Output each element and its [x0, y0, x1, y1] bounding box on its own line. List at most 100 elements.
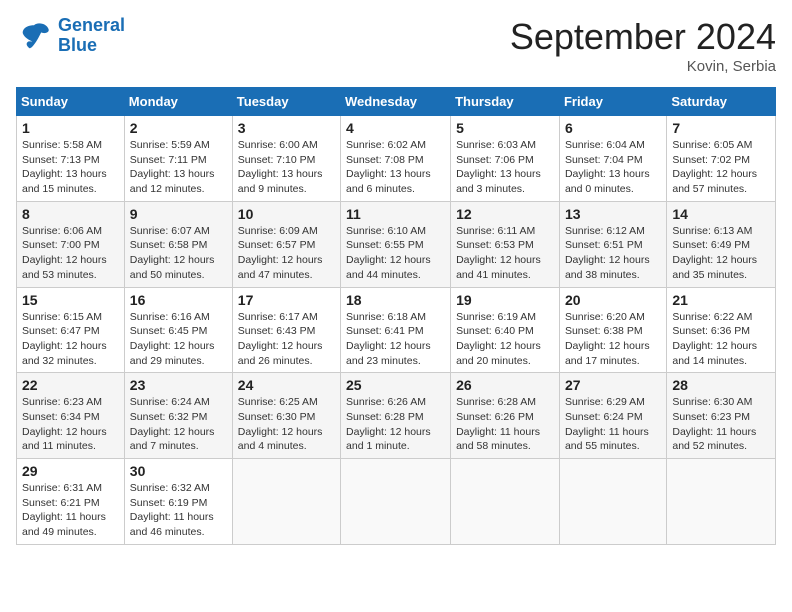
- weekday-header-monday: Monday: [124, 88, 232, 116]
- day-number: 30: [130, 463, 227, 479]
- calendar-cell: 16 Sunrise: 6:16 AM Sunset: 6:45 PM Dayli…: [124, 287, 232, 373]
- logo-icon: [16, 18, 52, 54]
- calendar-cell: 1Sunrise: 5:58 AM Sunset: 7:13 PM Daylig…: [17, 116, 125, 202]
- day-number: 16: [130, 292, 227, 308]
- weekday-header-row: SundayMondayTuesdayWednesdayThursdayFrid…: [17, 88, 776, 116]
- day-number: 14: [672, 206, 770, 222]
- page-header: General Blue September 2024 Kovin, Serbi…: [16, 16, 776, 75]
- calendar-cell: 6 Sunrise: 6:04 AM Sunset: 7:04 PM Daylig…: [559, 116, 666, 202]
- day-number: 24: [238, 377, 335, 393]
- day-detail: Sunrise: 6:25 AM Sunset: 6:30 PM Dayligh…: [238, 395, 335, 454]
- day-number: 29: [22, 463, 119, 479]
- day-number: 13: [565, 206, 661, 222]
- day-number: 6: [565, 120, 661, 136]
- calendar-cell: [341, 459, 451, 545]
- week-row-1: 1Sunrise: 5:58 AM Sunset: 7:13 PM Daylig…: [17, 116, 776, 202]
- calendar-cell: 17Sunrise: 6:17 AM Sunset: 6:43 PM Dayli…: [232, 287, 340, 373]
- day-detail: Sunrise: 6:20 AM Sunset: 6:38 PM Dayligh…: [565, 310, 661, 369]
- day-number: 28: [672, 377, 770, 393]
- calendar-cell: 28 Sunrise: 6:30 AM Sunset: 6:23 PM Dayli…: [667, 373, 776, 459]
- day-detail: Sunrise: 6:07 AM Sunset: 6:58 PM Dayligh…: [130, 224, 227, 283]
- day-number: 22: [22, 377, 119, 393]
- calendar-cell: 23 Sunrise: 6:24 AM Sunset: 6:32 PM Dayli…: [124, 373, 232, 459]
- day-detail: Sunrise: 5:59 AM Sunset: 7:11 PM Dayligh…: [130, 138, 227, 197]
- calendar-cell: 10Sunrise: 6:09 AM Sunset: 6:57 PM Dayli…: [232, 201, 340, 287]
- week-row-2: 8 Sunrise: 6:06 AM Sunset: 7:00 PM Daylig…: [17, 201, 776, 287]
- day-detail: Sunrise: 6:06 AM Sunset: 7:00 PM Dayligh…: [22, 224, 119, 283]
- calendar-cell: 4 Sunrise: 6:02 AM Sunset: 7:08 PM Daylig…: [341, 116, 451, 202]
- calendar-cell: [667, 459, 776, 545]
- day-detail: Sunrise: 6:24 AM Sunset: 6:32 PM Dayligh…: [130, 395, 227, 454]
- day-detail: Sunrise: 6:13 AM Sunset: 6:49 PM Dayligh…: [672, 224, 770, 283]
- day-number: 23: [130, 377, 227, 393]
- day-number: 18: [346, 292, 445, 308]
- day-number: 20: [565, 292, 661, 308]
- calendar-cell: 21Sunrise: 6:22 AM Sunset: 6:36 PM Dayli…: [667, 287, 776, 373]
- calendar-cell: 12 Sunrise: 6:11 AM Sunset: 6:53 PM Dayli…: [451, 201, 560, 287]
- day-detail: Sunrise: 6:10 AM Sunset: 6:55 PM Dayligh…: [346, 224, 445, 283]
- day-detail: Sunrise: 6:16 AM Sunset: 6:45 PM Dayligh…: [130, 310, 227, 369]
- day-number: 9: [130, 206, 227, 222]
- day-detail: Sunrise: 6:04 AM Sunset: 7:04 PM Dayligh…: [565, 138, 661, 197]
- weekday-header-thursday: Thursday: [451, 88, 560, 116]
- day-detail: Sunrise: 6:11 AM Sunset: 6:53 PM Dayligh…: [456, 224, 554, 283]
- day-detail: Sunrise: 6:02 AM Sunset: 7:08 PM Dayligh…: [346, 138, 445, 197]
- calendar-cell: 15Sunrise: 6:15 AM Sunset: 6:47 PM Dayli…: [17, 287, 125, 373]
- calendar-cell: 24 Sunrise: 6:25 AM Sunset: 6:30 PM Dayli…: [232, 373, 340, 459]
- calendar-table: SundayMondayTuesdayWednesdayThursdayFrid…: [16, 87, 776, 545]
- calendar-cell: 30 Sunrise: 6:32 AM Sunset: 6:19 PM Dayli…: [124, 459, 232, 545]
- title-block: September 2024 Kovin, Serbia: [510, 16, 776, 75]
- day-detail: Sunrise: 6:05 AM Sunset: 7:02 PM Dayligh…: [672, 138, 770, 197]
- calendar-cell: [559, 459, 666, 545]
- weekday-header-sunday: Sunday: [17, 88, 125, 116]
- weekday-header-tuesday: Tuesday: [232, 88, 340, 116]
- day-detail: Sunrise: 6:31 AM Sunset: 6:21 PM Dayligh…: [22, 481, 119, 540]
- calendar-cell: 13 Sunrise: 6:12 AM Sunset: 6:51 PM Dayli…: [559, 201, 666, 287]
- calendar-cell: 2 Sunrise: 5:59 AM Sunset: 7:11 PM Daylig…: [124, 116, 232, 202]
- day-detail: Sunrise: 6:09 AM Sunset: 6:57 PM Dayligh…: [238, 224, 335, 283]
- calendar-cell: 27Sunrise: 6:29 AM Sunset: 6:24 PM Dayli…: [559, 373, 666, 459]
- week-row-3: 15Sunrise: 6:15 AM Sunset: 6:47 PM Dayli…: [17, 287, 776, 373]
- logo-text: General Blue: [58, 16, 125, 56]
- week-row-5: 29 Sunrise: 6:31 AM Sunset: 6:21 PM Dayli…: [17, 459, 776, 545]
- calendar-cell: 22Sunrise: 6:23 AM Sunset: 6:34 PM Dayli…: [17, 373, 125, 459]
- day-detail: Sunrise: 6:00 AM Sunset: 7:10 PM Dayligh…: [238, 138, 335, 197]
- day-detail: Sunrise: 6:18 AM Sunset: 6:41 PM Dayligh…: [346, 310, 445, 369]
- calendar-cell: 14 Sunrise: 6:13 AM Sunset: 6:49 PM Dayli…: [667, 201, 776, 287]
- day-detail: Sunrise: 6:19 AM Sunset: 6:40 PM Dayligh…: [456, 310, 554, 369]
- day-number: 8: [22, 206, 119, 222]
- day-detail: Sunrise: 6:30 AM Sunset: 6:23 PM Dayligh…: [672, 395, 770, 454]
- calendar-cell: 11 Sunrise: 6:10 AM Sunset: 6:55 PM Dayli…: [341, 201, 451, 287]
- day-number: 4: [346, 120, 445, 136]
- day-number: 19: [456, 292, 554, 308]
- day-number: 5: [456, 120, 554, 136]
- day-number: 21: [672, 292, 770, 308]
- day-detail: Sunrise: 6:15 AM Sunset: 6:47 PM Dayligh…: [22, 310, 119, 369]
- day-number: 3: [238, 120, 335, 136]
- day-number: 7: [672, 120, 770, 136]
- logo: General Blue: [16, 16, 125, 56]
- day-detail: Sunrise: 6:32 AM Sunset: 6:19 PM Dayligh…: [130, 481, 227, 540]
- calendar-cell: 7 Sunrise: 6:05 AM Sunset: 7:02 PM Daylig…: [667, 116, 776, 202]
- calendar-cell: 20 Sunrise: 6:20 AM Sunset: 6:38 PM Dayli…: [559, 287, 666, 373]
- day-number: 11: [346, 206, 445, 222]
- day-detail: Sunrise: 6:03 AM Sunset: 7:06 PM Dayligh…: [456, 138, 554, 197]
- day-detail: Sunrise: 6:12 AM Sunset: 6:51 PM Dayligh…: [565, 224, 661, 283]
- calendar-cell: 25Sunrise: 6:26 AM Sunset: 6:28 PM Dayli…: [341, 373, 451, 459]
- day-detail: Sunrise: 6:28 AM Sunset: 6:26 PM Dayligh…: [456, 395, 554, 454]
- calendar-cell: 26Sunrise: 6:28 AM Sunset: 6:26 PM Dayli…: [451, 373, 560, 459]
- day-number: 12: [456, 206, 554, 222]
- week-row-4: 22Sunrise: 6:23 AM Sunset: 6:34 PM Dayli…: [17, 373, 776, 459]
- weekday-header-friday: Friday: [559, 88, 666, 116]
- calendar-cell: 8 Sunrise: 6:06 AM Sunset: 7:00 PM Daylig…: [17, 201, 125, 287]
- calendar-cell: 19 Sunrise: 6:19 AM Sunset: 6:40 PM Dayli…: [451, 287, 560, 373]
- day-detail: Sunrise: 6:29 AM Sunset: 6:24 PM Dayligh…: [565, 395, 661, 454]
- calendar-cell: 9 Sunrise: 6:07 AM Sunset: 6:58 PM Daylig…: [124, 201, 232, 287]
- day-detail: Sunrise: 5:58 AM Sunset: 7:13 PM Dayligh…: [22, 138, 119, 197]
- day-detail: Sunrise: 6:17 AM Sunset: 6:43 PM Dayligh…: [238, 310, 335, 369]
- calendar-cell: [232, 459, 340, 545]
- weekday-header-saturday: Saturday: [667, 88, 776, 116]
- calendar-cell: 5 Sunrise: 6:03 AM Sunset: 7:06 PM Daylig…: [451, 116, 560, 202]
- day-number: 2: [130, 120, 227, 136]
- calendar-cell: 29 Sunrise: 6:31 AM Sunset: 6:21 PM Dayli…: [17, 459, 125, 545]
